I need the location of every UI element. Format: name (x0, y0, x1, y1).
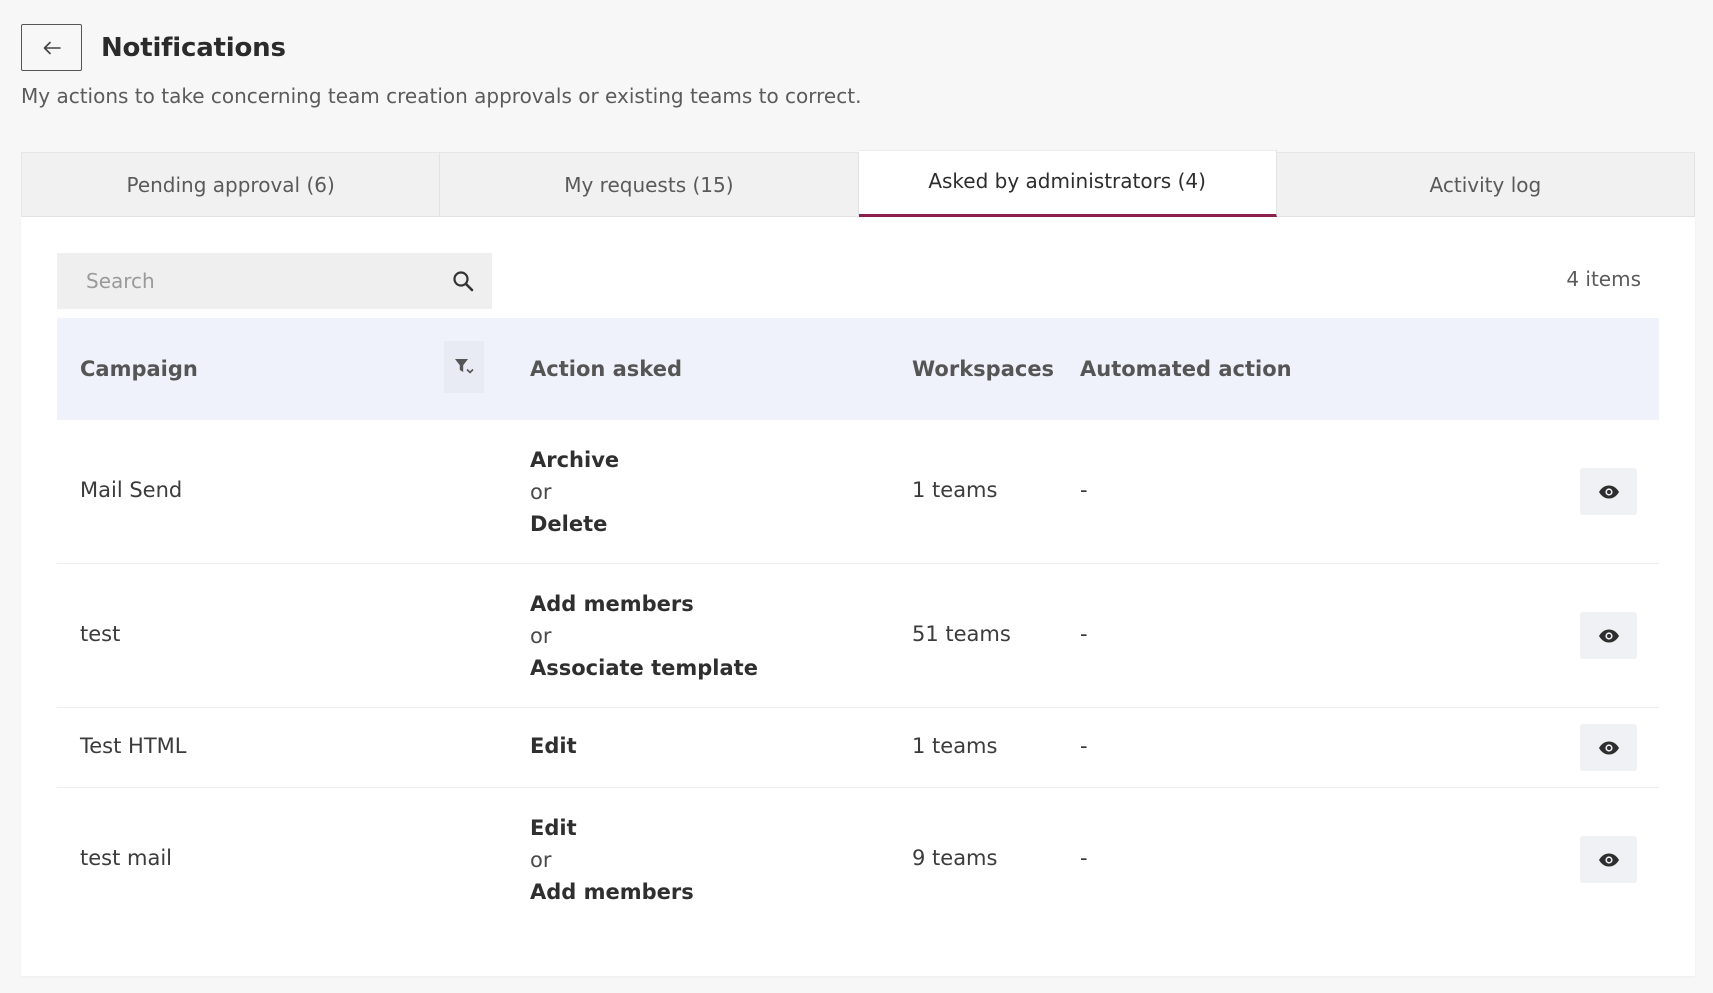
tab-pending-approval[interactable]: Pending approval (6) (21, 152, 441, 217)
table-row: test Add members or Associate template 5… (57, 564, 1659, 708)
campaign-cell: test (80, 622, 121, 646)
campaign-cell: Mail Send (80, 478, 183, 502)
table-row: Test HTML Edit 1 teams - (57, 708, 1659, 788)
action-asked-cell: Edit (530, 730, 577, 762)
or-label: or (530, 624, 552, 648)
tab-bar: Pending approval (6) My requests (15) As… (21, 150, 1695, 217)
page-header: Notifications (21, 24, 286, 71)
action-asked-cell: Edit or Add members (530, 812, 694, 908)
view-button[interactable] (1580, 836, 1637, 883)
view-button[interactable] (1580, 724, 1637, 771)
action-name: Add members (530, 592, 694, 616)
arrow-left-icon (43, 41, 61, 54)
table-row: Mail Send Archive or Delete 1 teams - (57, 420, 1659, 564)
item-count: 4 items (1566, 267, 1641, 291)
eye-icon (1598, 629, 1619, 642)
column-header-campaign: Campaign (80, 357, 198, 381)
workspaces-cell: 1 teams (912, 734, 998, 758)
campaign-cell: Test HTML (80, 734, 187, 758)
tab-my-requests[interactable]: My requests (15) (440, 152, 859, 217)
action-name: Add members (530, 880, 694, 904)
eye-icon (1598, 485, 1619, 498)
campaign-filter-button[interactable] (444, 341, 484, 393)
view-button[interactable] (1580, 468, 1637, 515)
or-label: or (530, 480, 552, 504)
search-icon[interactable] (450, 268, 476, 294)
eye-icon (1598, 853, 1619, 866)
action-name: Associate template (530, 656, 758, 680)
action-name: Delete (530, 512, 608, 536)
workspaces-cell: 9 teams (912, 846, 998, 870)
tab-asked-by-administrators[interactable]: Asked by administrators (4) (858, 150, 1277, 217)
automated-action-cell: - (1080, 846, 1088, 870)
automated-action-cell: - (1080, 478, 1088, 502)
action-name: Archive (530, 448, 620, 472)
workspaces-cell: 51 teams (912, 622, 1011, 646)
search-box (57, 253, 492, 309)
actions-table: Campaign Action asked Workspaces Automat… (57, 318, 1659, 932)
column-header-automated-action: Automated action (1080, 357, 1292, 381)
automated-action-cell: - (1080, 734, 1088, 758)
action-name: Edit (530, 734, 577, 758)
filter-icon (455, 359, 474, 374)
tab-content-panel: 4 items Campaign Action asked Workspaces… (21, 217, 1695, 976)
column-header-workspaces: Workspaces (912, 357, 1055, 381)
automated-action-cell: - (1080, 622, 1088, 646)
action-asked-cell: Archive or Delete (530, 444, 619, 540)
tab-activity-log[interactable]: Activity log (1276, 152, 1695, 217)
workspaces-cell: 1 teams (912, 478, 998, 502)
table-header: Campaign Action asked Workspaces Automat… (57, 318, 1659, 420)
search-input[interactable] (86, 269, 450, 293)
view-button[interactable] (1580, 612, 1637, 659)
or-label: or (530, 848, 552, 872)
campaign-cell: test mail (80, 846, 172, 870)
page-subtitle: My actions to take concerning team creat… (21, 84, 862, 108)
action-name: Edit (530, 816, 577, 840)
column-header-action-asked: Action asked (530, 357, 682, 381)
back-button[interactable] (21, 24, 82, 71)
table-row: test mail Edit or Add members 9 teams - (57, 788, 1659, 932)
page-title: Notifications (101, 32, 286, 63)
action-asked-cell: Add members or Associate template (530, 588, 758, 684)
eye-icon (1598, 741, 1619, 754)
